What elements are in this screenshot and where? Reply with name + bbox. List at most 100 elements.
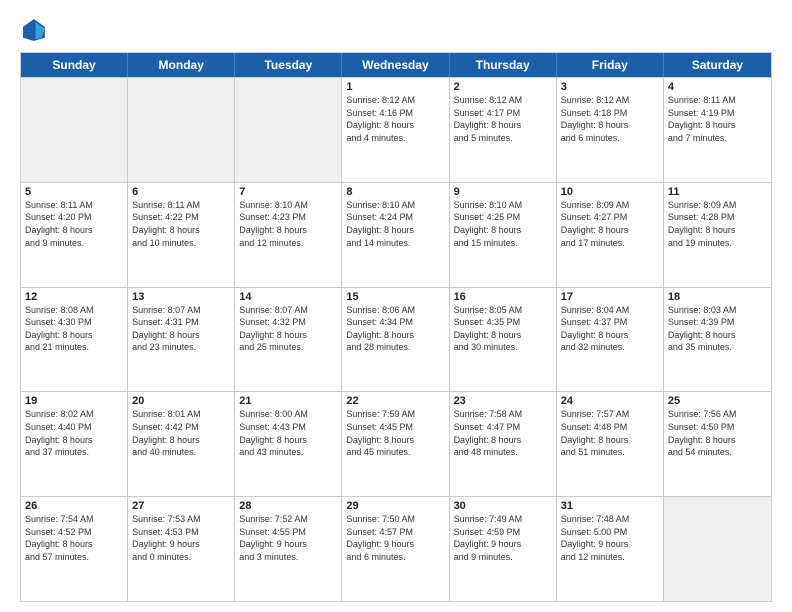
weekday-header: Friday: [557, 53, 664, 77]
day-info: Sunrise: 7:48 AM Sunset: 5:00 PM Dayligh…: [561, 513, 659, 563]
calendar-cell: [664, 497, 771, 601]
calendar-cell: 18Sunrise: 8:03 AM Sunset: 4:39 PM Dayli…: [664, 288, 771, 392]
day-info: Sunrise: 7:53 AM Sunset: 4:53 PM Dayligh…: [132, 513, 230, 563]
day-info: Sunrise: 7:56 AM Sunset: 4:50 PM Dayligh…: [668, 408, 767, 458]
day-number: 21: [239, 395, 337, 407]
day-number: 10: [561, 186, 659, 198]
calendar-cell: 24Sunrise: 7:57 AM Sunset: 4:48 PM Dayli…: [557, 392, 664, 496]
calendar-cell: 21Sunrise: 8:00 AM Sunset: 4:43 PM Dayli…: [235, 392, 342, 496]
day-number: 2: [454, 81, 552, 93]
day-info: Sunrise: 8:12 AM Sunset: 4:16 PM Dayligh…: [346, 94, 444, 144]
calendar-cell: 9Sunrise: 8:10 AM Sunset: 4:25 PM Daylig…: [450, 183, 557, 287]
day-info: Sunrise: 7:54 AM Sunset: 4:52 PM Dayligh…: [25, 513, 123, 563]
calendar-cell: 14Sunrise: 8:07 AM Sunset: 4:32 PM Dayli…: [235, 288, 342, 392]
calendar-cell: 11Sunrise: 8:09 AM Sunset: 4:28 PM Dayli…: [664, 183, 771, 287]
day-number: 7: [239, 186, 337, 198]
day-info: Sunrise: 8:00 AM Sunset: 4:43 PM Dayligh…: [239, 408, 337, 458]
day-number: 26: [25, 500, 123, 512]
day-info: Sunrise: 8:12 AM Sunset: 4:18 PM Dayligh…: [561, 94, 659, 144]
day-info: Sunrise: 8:10 AM Sunset: 4:25 PM Dayligh…: [454, 199, 552, 249]
calendar-cell: 15Sunrise: 8:06 AM Sunset: 4:34 PM Dayli…: [342, 288, 449, 392]
calendar-cell: 28Sunrise: 7:52 AM Sunset: 4:55 PM Dayli…: [235, 497, 342, 601]
day-info: Sunrise: 8:10 AM Sunset: 4:23 PM Dayligh…: [239, 199, 337, 249]
calendar-row: 19Sunrise: 8:02 AM Sunset: 4:40 PM Dayli…: [21, 391, 771, 496]
day-info: Sunrise: 8:01 AM Sunset: 4:42 PM Dayligh…: [132, 408, 230, 458]
calendar-cell: 4Sunrise: 8:11 AM Sunset: 4:19 PM Daylig…: [664, 78, 771, 182]
page: SundayMondayTuesdayWednesdayThursdayFrid…: [0, 0, 792, 612]
day-number: 25: [668, 395, 767, 407]
day-number: 4: [668, 81, 767, 93]
day-number: 19: [25, 395, 123, 407]
day-info: Sunrise: 8:11 AM Sunset: 4:22 PM Dayligh…: [132, 199, 230, 249]
day-number: 18: [668, 291, 767, 303]
day-number: 13: [132, 291, 230, 303]
calendar-cell: 10Sunrise: 8:09 AM Sunset: 4:27 PM Dayli…: [557, 183, 664, 287]
calendar-cell: [128, 78, 235, 182]
day-info: Sunrise: 8:11 AM Sunset: 4:20 PM Dayligh…: [25, 199, 123, 249]
day-number: 16: [454, 291, 552, 303]
calendar-cell: 27Sunrise: 7:53 AM Sunset: 4:53 PM Dayli…: [128, 497, 235, 601]
day-info: Sunrise: 8:10 AM Sunset: 4:24 PM Dayligh…: [346, 199, 444, 249]
day-info: Sunrise: 8:11 AM Sunset: 4:19 PM Dayligh…: [668, 94, 767, 144]
calendar-cell: 6Sunrise: 8:11 AM Sunset: 4:22 PM Daylig…: [128, 183, 235, 287]
calendar-cell: 22Sunrise: 7:59 AM Sunset: 4:45 PM Dayli…: [342, 392, 449, 496]
day-number: 27: [132, 500, 230, 512]
calendar-cell: 19Sunrise: 8:02 AM Sunset: 4:40 PM Dayli…: [21, 392, 128, 496]
day-info: Sunrise: 8:02 AM Sunset: 4:40 PM Dayligh…: [25, 408, 123, 458]
weekday-header: Sunday: [21, 53, 128, 77]
calendar-row: 12Sunrise: 8:08 AM Sunset: 4:30 PM Dayli…: [21, 287, 771, 392]
day-info: Sunrise: 8:08 AM Sunset: 4:30 PM Dayligh…: [25, 304, 123, 354]
day-number: 22: [346, 395, 444, 407]
calendar-cell: 16Sunrise: 8:05 AM Sunset: 4:35 PM Dayli…: [450, 288, 557, 392]
day-number: 20: [132, 395, 230, 407]
calendar-cell: 12Sunrise: 8:08 AM Sunset: 4:30 PM Dayli…: [21, 288, 128, 392]
day-number: 3: [561, 81, 659, 93]
day-info: Sunrise: 8:05 AM Sunset: 4:35 PM Dayligh…: [454, 304, 552, 354]
day-info: Sunrise: 8:06 AM Sunset: 4:34 PM Dayligh…: [346, 304, 444, 354]
day-info: Sunrise: 8:09 AM Sunset: 4:28 PM Dayligh…: [668, 199, 767, 249]
day-info: Sunrise: 8:09 AM Sunset: 4:27 PM Dayligh…: [561, 199, 659, 249]
day-info: Sunrise: 7:49 AM Sunset: 4:59 PM Dayligh…: [454, 513, 552, 563]
day-number: 11: [668, 186, 767, 198]
day-info: Sunrise: 8:12 AM Sunset: 4:17 PM Dayligh…: [454, 94, 552, 144]
weekday-header: Thursday: [450, 53, 557, 77]
day-info: Sunrise: 7:58 AM Sunset: 4:47 PM Dayligh…: [454, 408, 552, 458]
day-number: 29: [346, 500, 444, 512]
day-number: 8: [346, 186, 444, 198]
calendar-cell: [235, 78, 342, 182]
day-number: 31: [561, 500, 659, 512]
calendar: SundayMondayTuesdayWednesdayThursdayFrid…: [20, 52, 772, 602]
day-number: 6: [132, 186, 230, 198]
logo: [20, 16, 50, 44]
calendar-cell: 17Sunrise: 8:04 AM Sunset: 4:37 PM Dayli…: [557, 288, 664, 392]
day-number: 14: [239, 291, 337, 303]
calendar-row: 26Sunrise: 7:54 AM Sunset: 4:52 PM Dayli…: [21, 496, 771, 601]
day-info: Sunrise: 8:04 AM Sunset: 4:37 PM Dayligh…: [561, 304, 659, 354]
day-info: Sunrise: 8:03 AM Sunset: 4:39 PM Dayligh…: [668, 304, 767, 354]
day-info: Sunrise: 8:07 AM Sunset: 4:31 PM Dayligh…: [132, 304, 230, 354]
calendar-cell: 25Sunrise: 7:56 AM Sunset: 4:50 PM Dayli…: [664, 392, 771, 496]
calendar-row: 5Sunrise: 8:11 AM Sunset: 4:20 PM Daylig…: [21, 182, 771, 287]
calendar-cell: 30Sunrise: 7:49 AM Sunset: 4:59 PM Dayli…: [450, 497, 557, 601]
calendar-cell: 31Sunrise: 7:48 AM Sunset: 5:00 PM Dayli…: [557, 497, 664, 601]
day-info: Sunrise: 8:07 AM Sunset: 4:32 PM Dayligh…: [239, 304, 337, 354]
calendar-cell: 5Sunrise: 8:11 AM Sunset: 4:20 PM Daylig…: [21, 183, 128, 287]
calendar-cell: 7Sunrise: 8:10 AM Sunset: 4:23 PM Daylig…: [235, 183, 342, 287]
day-number: 23: [454, 395, 552, 407]
day-info: Sunrise: 7:52 AM Sunset: 4:55 PM Dayligh…: [239, 513, 337, 563]
day-number: 15: [346, 291, 444, 303]
calendar-cell: 20Sunrise: 8:01 AM Sunset: 4:42 PM Dayli…: [128, 392, 235, 496]
day-info: Sunrise: 7:59 AM Sunset: 4:45 PM Dayligh…: [346, 408, 444, 458]
day-number: 9: [454, 186, 552, 198]
calendar-cell: 3Sunrise: 8:12 AM Sunset: 4:18 PM Daylig…: [557, 78, 664, 182]
weekday-header: Monday: [128, 53, 235, 77]
calendar-cell: 23Sunrise: 7:58 AM Sunset: 4:47 PM Dayli…: [450, 392, 557, 496]
calendar-cell: 26Sunrise: 7:54 AM Sunset: 4:52 PM Dayli…: [21, 497, 128, 601]
day-info: Sunrise: 7:50 AM Sunset: 4:57 PM Dayligh…: [346, 513, 444, 563]
calendar-cell: 29Sunrise: 7:50 AM Sunset: 4:57 PM Dayli…: [342, 497, 449, 601]
weekday-header: Tuesday: [235, 53, 342, 77]
day-number: 5: [25, 186, 123, 198]
day-number: 17: [561, 291, 659, 303]
calendar-cell: 8Sunrise: 8:10 AM Sunset: 4:24 PM Daylig…: [342, 183, 449, 287]
logo-icon: [20, 16, 48, 44]
